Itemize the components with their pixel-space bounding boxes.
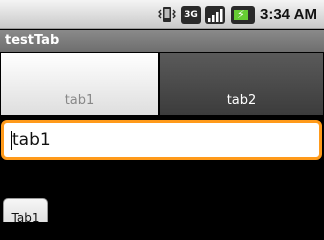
app-title: testTab bbox=[5, 33, 60, 48]
vibrate-icon bbox=[158, 7, 176, 22]
text-cursor bbox=[11, 131, 12, 150]
3g-icon: 3G bbox=[181, 6, 201, 24]
tab-bar: tab1 tab2 bbox=[0, 53, 324, 168]
status-clock: 3:34 AM bbox=[260, 6, 317, 23]
text-input[interactable] bbox=[1, 120, 322, 160]
clock-ampm: AM bbox=[293, 6, 317, 23]
charging-bolt-icon: ⚡ bbox=[237, 8, 245, 21]
tab-label: tab1 bbox=[64, 93, 95, 108]
clock-time: 3:34 bbox=[260, 6, 291, 23]
tab-tab1[interactable]: tab1 bbox=[1, 53, 158, 115]
title-bar: testTab bbox=[0, 30, 324, 52]
android-screen: 3G ⚡ 3:34 AM testTab tab1 tab2 tab1 Tab1 bbox=[0, 0, 324, 222]
tab1-button[interactable]: Tab1 bbox=[3, 198, 48, 222]
battery-icon: ⚡ bbox=[231, 6, 255, 24]
content-area: Tab1 bbox=[0, 115, 324, 222]
network-label: 3G bbox=[184, 10, 198, 20]
tab-content: Tab1 bbox=[0, 115, 324, 222]
status-bar: 3G ⚡ 3:34 AM bbox=[0, 0, 324, 29]
tab-tab2[interactable]: tab2 bbox=[160, 53, 323, 115]
signal-icon bbox=[205, 6, 225, 24]
tab-label: tab2 bbox=[226, 93, 257, 108]
